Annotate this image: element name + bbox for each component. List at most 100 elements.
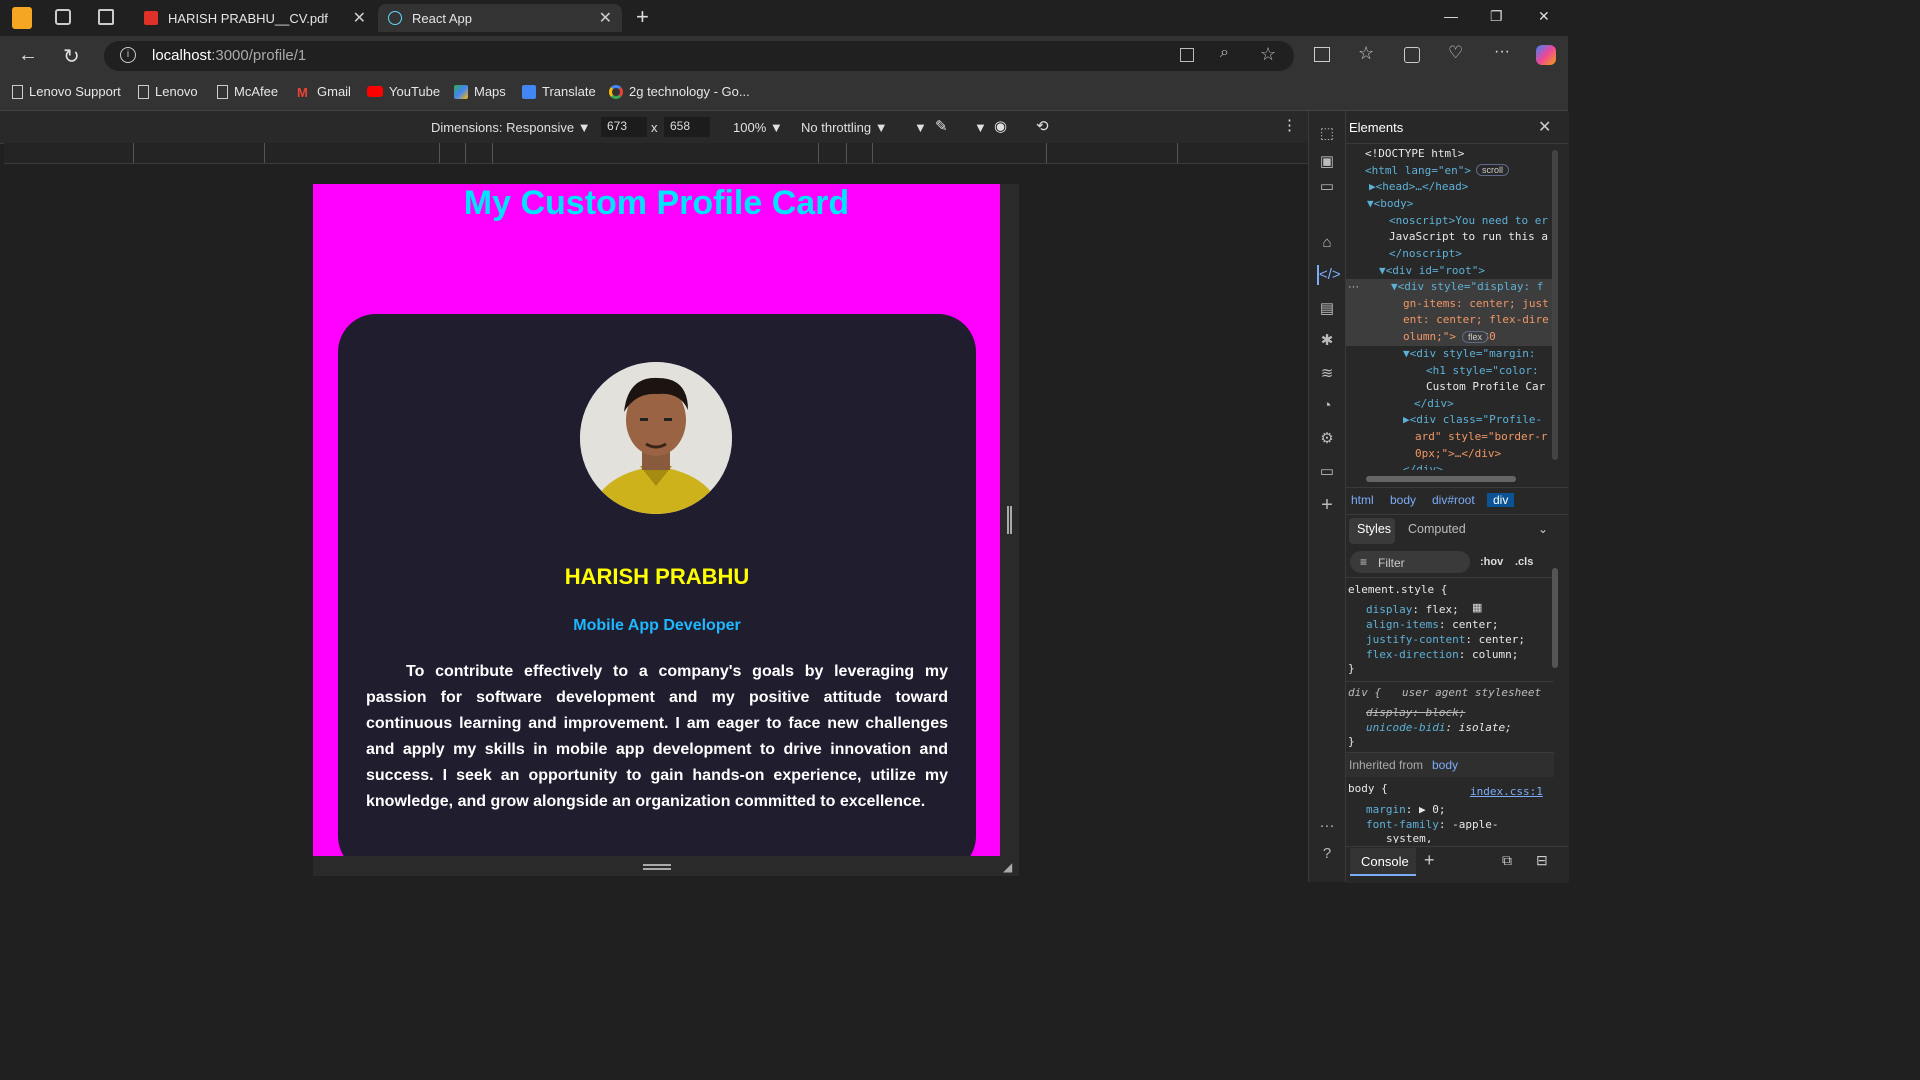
bookmark-youtube[interactable]: YouTube (367, 84, 440, 99)
add-drawer-tab-icon[interactable]: + (1424, 850, 1435, 871)
style-declaration[interactable]: font-family: -apple- (1366, 817, 1498, 832)
more-tools-plus-icon[interactable]: + (1317, 495, 1337, 515)
workspaces-icon[interactable] (55, 9, 71, 25)
viewport-width-input[interactable]: 673 (601, 117, 647, 137)
throttling-dropdown[interactable]: No throttling ▼ (801, 120, 888, 135)
apps-icon[interactable] (1180, 48, 1194, 62)
favorites-icon[interactable]: ☆ (1358, 43, 1374, 64)
breadcrumb-body[interactable]: body (1390, 493, 1416, 507)
styles-scrollbar[interactable] (1552, 568, 1558, 668)
dom-line[interactable]: ▼<div id="root"> (1379, 263, 1485, 280)
performance-gauge-icon[interactable]: ◔ (1317, 396, 1337, 416)
breadcrumb-div[interactable]: div (1487, 493, 1515, 507)
restore-icon[interactable]: ❐ (1490, 8, 1503, 25)
device-emulation-icon[interactable]: ▣ (1317, 152, 1337, 172)
tab-computed[interactable]: Computed (1408, 522, 1466, 536)
flex-badge[interactable]: flex (1462, 331, 1489, 343)
dom-line[interactable]: 0px;">…</div> (1415, 446, 1501, 463)
console-tab[interactable]: Console (1361, 854, 1409, 869)
settings-gear-icon[interactable]: ⚙ (1317, 429, 1337, 449)
vision-deficiency-icon[interactable]: ◉ (994, 117, 1007, 135)
cls-toggle[interactable]: .cls (1515, 556, 1533, 568)
reload-icon[interactable]: ↻ (63, 44, 80, 69)
zoom-icon[interactable]: ⌕ (1220, 44, 1229, 62)
flexbox-editor-icon[interactable]: ▦ (1472, 601, 1482, 614)
tab-pdf[interactable]: HARISH PRABHU__CV.pdf ✕ (134, 4, 376, 32)
style-declaration[interactable]: justify-content: center; (1366, 632, 1525, 647)
elements-icon[interactable]: </> (1317, 265, 1341, 285)
copilot-icon[interactable] (1536, 45, 1556, 65)
bookmark-gmail[interactable]: M Gmail (297, 84, 351, 100)
dom-line[interactable]: ▶<div class="Profile- (1403, 412, 1542, 429)
style-declaration[interactable]: align-items: center; (1366, 617, 1498, 632)
back-icon[interactable]: ← (18, 44, 38, 67)
dom-line[interactable]: </noscript> (1389, 246, 1462, 263)
style-declaration[interactable]: margin: ▶ 0; (1366, 802, 1446, 817)
breadcrumb-root[interactable]: div#root (1432, 493, 1475, 507)
bookmark-lenovo-support[interactable]: Lenovo Support (12, 84, 121, 99)
viewport-height-input[interactable]: 658 (664, 117, 710, 137)
body-selector[interactable]: body { (1348, 781, 1388, 796)
bookmark-2g-technology[interactable]: 2g technology - Go... (609, 84, 750, 99)
close-tab-icon[interactable]: ✕ (353, 8, 366, 28)
close-devtools-icon[interactable]: ✕ (1538, 117, 1551, 137)
favorite-star-icon[interactable]: ☆ (1260, 44, 1276, 65)
styles-filter-input[interactable] (1350, 551, 1470, 573)
source-link[interactable]: index.css:1 (1470, 784, 1543, 799)
welcome-home-icon[interactable]: ⌂ (1317, 233, 1337, 253)
breadcrumb-html[interactable]: html (1351, 493, 1374, 507)
zoom-dropdown[interactable]: 100% ▼ (733, 120, 783, 135)
resize-handle-bottom[interactable] (643, 864, 671, 870)
dom-line[interactable]: ▼<div style="display: f (1391, 279, 1543, 296)
dom-line[interactable]: ▼<body> (1367, 196, 1413, 213)
chevron-down-icon[interactable]: ⌄ (1538, 522, 1548, 536)
site-info-icon[interactable]: i (120, 47, 136, 63)
application-icon[interactable]: ▭ (1317, 462, 1337, 482)
caret-down-icon[interactable]: ▼ (914, 120, 927, 135)
bookmark-translate[interactable]: Translate (522, 84, 596, 99)
dimensions-dropdown[interactable]: Dimensions: Responsive ▼ (431, 120, 591, 135)
dom-line[interactable]: ent: center; flex-dire (1403, 312, 1549, 329)
style-declaration[interactable]: display: flex; (1366, 602, 1459, 617)
caret-down-icon[interactable]: ▼ (974, 120, 987, 135)
tab-actions-icon[interactable] (98, 9, 114, 25)
close-window-icon[interactable]: ✕ (1538, 8, 1550, 25)
help-icon[interactable]: ? (1317, 844, 1337, 864)
dom-line[interactable]: ard" style="border-r (1415, 429, 1547, 446)
tab-styles[interactable]: Styles (1357, 522, 1391, 536)
inspect-element-icon[interactable]: ⬚ (1317, 124, 1337, 144)
browser-logo-icon[interactable] (12, 7, 32, 29)
device-options-icon[interactable]: ⋮ (1282, 116, 1297, 134)
sources-bug-icon[interactable]: ✱ (1317, 331, 1337, 351)
new-tab-icon[interactable]: + (636, 4, 649, 30)
dom-line[interactable]: JavaScript to run this a (1389, 229, 1548, 246)
collections-icon[interactable] (1404, 47, 1420, 63)
browser-window-icon[interactable]: ▭ (1317, 177, 1337, 197)
network-wifi-icon[interactable]: ≋ (1317, 364, 1337, 384)
tab-react-app[interactable]: React App ✕ (378, 4, 622, 32)
node-actions-icon[interactable]: ··· (1348, 281, 1359, 293)
dom-line[interactable]: gn-items: center; just (1403, 296, 1549, 313)
element-style-selector[interactable]: element.style { (1348, 582, 1447, 597)
browser-essentials-icon[interactable]: ♡ (1448, 43, 1463, 63)
dom-line[interactable]: ▶<head>…</head> (1369, 179, 1468, 196)
eyedropper-icon[interactable]: ✎ (935, 117, 948, 135)
url-text[interactable]: localhost:3000/profile/1 (152, 47, 306, 64)
more-options-icon[interactable]: ··· (1317, 816, 1337, 836)
dom-line[interactable]: <!DOCTYPE html> (1365, 146, 1464, 163)
close-tab-icon[interactable]: ✕ (599, 8, 612, 28)
bookmark-maps[interactable]: Maps (454, 84, 506, 99)
bookmark-mcafee[interactable]: McAfee (217, 84, 278, 99)
dom-line[interactable]: Custom Profile Car (1426, 379, 1545, 396)
scroll-badge[interactable]: scroll (1476, 164, 1510, 176)
more-menu-icon[interactable]: ··· (1494, 43, 1510, 61)
resize-handle-right[interactable] (1007, 506, 1012, 534)
split-screen-icon[interactable] (1314, 47, 1330, 62)
style-declaration[interactable]: flex-direction: column; (1366, 647, 1518, 662)
dom-scrollbar[interactable] (1552, 150, 1558, 460)
dom-line[interactable]: </div> (1403, 462, 1443, 470)
dom-line[interactable]: ▼<div style="margin: (1403, 346, 1535, 363)
dock-icon[interactable]: ⧉ (1502, 852, 1512, 869)
rotate-icon[interactable]: ⟲ (1036, 117, 1049, 135)
media-query-ruler[interactable] (4, 143, 1308, 164)
